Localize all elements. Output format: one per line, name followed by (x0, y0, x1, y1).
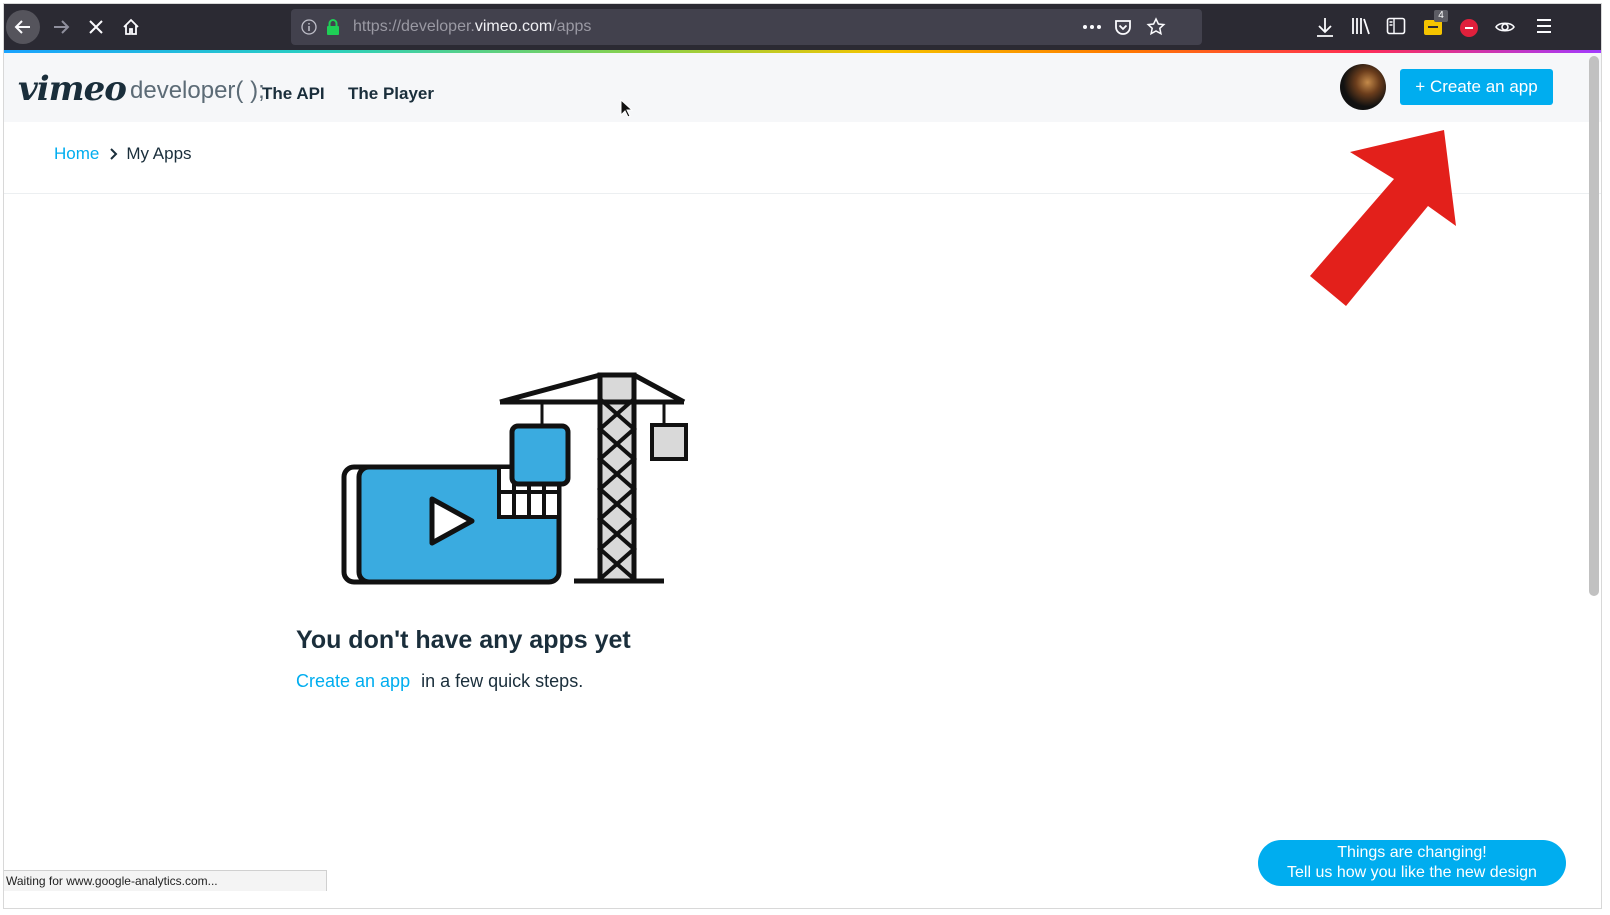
mouse-cursor-icon (620, 99, 634, 118)
star-icon[interactable] (1146, 17, 1166, 37)
extension-icon[interactable] (1458, 16, 1480, 38)
home-button[interactable] (114, 10, 148, 44)
url-path: /apps (552, 18, 592, 35)
forward-button[interactable] (44, 10, 78, 44)
url-text[interactable]: https://developer.vimeo.com/apps (353, 9, 591, 45)
more-icon[interactable] (1081, 20, 1103, 34)
menu-icon[interactable] (1534, 17, 1554, 35)
stop-button[interactable] (79, 10, 113, 44)
chevron-right-icon (109, 146, 118, 166)
vimeo-logo[interactable]: vimeo (18, 69, 127, 109)
extension-eye-icon[interactable] (1494, 17, 1516, 37)
breadcrumb-home-link[interactable]: Home (54, 144, 99, 163)
lock-icon (327, 19, 339, 35)
url-bar[interactable]: https://developer.vimeo.com/apps (291, 9, 1202, 45)
empty-state-suffix: in a few quick steps. (421, 671, 584, 691)
crane-video-illustration (341, 372, 688, 585)
breadcrumb-current: My Apps (126, 144, 192, 163)
library-icon[interactable] (1350, 16, 1372, 36)
sidebar-icon[interactable] (1386, 17, 1406, 35)
info-icon[interactable] (301, 19, 317, 35)
create-app-link[interactable]: Create an app (296, 671, 410, 691)
arrow-left-icon (14, 20, 30, 34)
feedback-button[interactable]: Things are changing! Tell us how you lik… (1258, 840, 1566, 886)
extension-badge: 4 (1434, 10, 1448, 22)
page-scrollbar[interactable] (1589, 56, 1599, 596)
nav-link-the-api[interactable]: The API (262, 84, 325, 104)
arrow-right-icon (54, 20, 70, 34)
site-header: vimeo developer( ); The API The Player +… (4, 53, 1601, 122)
create-app-button[interactable]: + Create an app (1400, 69, 1553, 105)
browser-window: https://developer.vimeo.com/apps 4 vimeo… (4, 4, 1601, 908)
feedback-line-2: Tell us how you like the new design (1287, 864, 1537, 881)
url-domain: vimeo.com (474, 18, 553, 35)
url-prefix: https://developer. (353, 18, 475, 35)
browser-toolbar: https://developer.vimeo.com/apps 4 (4, 4, 1601, 50)
breadcrumb: Home My Apps (54, 144, 192, 166)
browser-status-bar: Waiting for www.google-analytics.com... (4, 870, 327, 891)
avatar[interactable] (1340, 64, 1386, 110)
home-icon (123, 18, 139, 35)
feedback-line-1: Things are changing! (1337, 844, 1487, 861)
pocket-icon[interactable] (1114, 18, 1132, 36)
close-icon (89, 20, 103, 34)
developer-logo-text[interactable]: developer( ); (130, 77, 265, 105)
nav-link-the-player[interactable]: The Player (348, 84, 434, 104)
empty-state-title: You don't have any apps yet (296, 626, 631, 654)
empty-state-description: Create an app in a few quick steps. (296, 671, 583, 692)
download-icon[interactable] (1315, 16, 1335, 38)
annotation-arrow-icon (1310, 130, 1456, 306)
back-button[interactable] (6, 10, 40, 44)
